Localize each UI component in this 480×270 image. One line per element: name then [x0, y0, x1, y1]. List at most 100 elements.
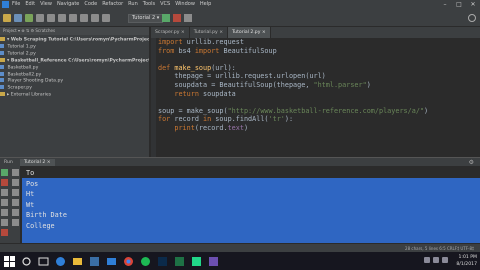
replace-icon[interactable] [102, 14, 110, 22]
save-icon[interactable] [14, 14, 22, 22]
store-icon[interactable] [89, 256, 100, 267]
system-clock[interactable]: 1:01 PM 8/1/2017 [456, 254, 477, 268]
cortana-search-icon[interactable] [21, 256, 32, 267]
project-tree-item[interactable]: Basketball2.py [0, 71, 149, 79]
rerun-icon[interactable] [1, 169, 8, 176]
undo-icon[interactable] [36, 14, 44, 22]
menu-item-refactor[interactable]: Refactor [102, 0, 123, 9]
project-tree-item[interactable]: Tutorial 1.py [0, 43, 149, 51]
project-tree-item[interactable]: ▾ Basketball_Reference C:\Users\romyn\Py… [0, 57, 149, 65]
minimize-icon[interactable]: – [438, 0, 452, 9]
menu-item-tools[interactable]: Tools [143, 0, 155, 9]
run-panel-header: Run Tutorial 2 × ⚙ [0, 157, 480, 166]
run-side-toolbar-secondary [10, 166, 21, 243]
pin-icon[interactable] [1, 219, 8, 226]
scroll-down-icon[interactable] [12, 179, 19, 186]
windows-taskbar: 1:01 PM 8/1/2017 [0, 252, 480, 270]
edge-browser-icon[interactable] [55, 256, 66, 267]
cut-icon[interactable] [58, 14, 66, 22]
project-tree-label: Basketball2.py [6, 72, 42, 78]
run-configuration-select[interactable]: Tutorial 2 ▾ [128, 14, 164, 23]
task-view-icon[interactable] [38, 256, 49, 267]
file-explorer-icon[interactable] [72, 256, 83, 267]
project-tree-item[interactable]: Player Shooting Data.py [0, 78, 149, 85]
python-file-icon [0, 71, 4, 76]
settings-icon[interactable] [1, 209, 8, 216]
run-icon[interactable] [162, 14, 170, 22]
menu-item-window[interactable]: Window [175, 0, 195, 9]
menu-item-view[interactable]: View [40, 0, 52, 9]
mail-icon[interactable] [106, 256, 117, 267]
code-line: import urllib.request [158, 38, 480, 47]
find-icon[interactable] [91, 14, 99, 22]
code-token: soupdata [198, 89, 236, 98]
pause-icon[interactable] [1, 189, 8, 196]
run-side-toolbar [0, 166, 10, 243]
clock-time: 1:01 PM [458, 255, 477, 260]
print-icon[interactable] [12, 209, 19, 216]
python-file-icon [0, 50, 4, 55]
windows-start-icon[interactable] [4, 255, 15, 267]
project-panel-header[interactable]: Project ▾ ⊕ ⇅ ⚙ Scratches [0, 27, 149, 35]
code-token: urllib.request [182, 38, 244, 46]
menu-item-help[interactable]: Help [200, 0, 211, 9]
sync-icon[interactable] [25, 14, 33, 22]
editor-tab[interactable]: Tutorial 2.py × [228, 27, 271, 38]
copy-icon[interactable] [69, 14, 77, 22]
scroll-up-icon[interactable] [12, 169, 19, 176]
paste-icon[interactable] [80, 14, 88, 22]
menu-item-vcs[interactable]: VCS [160, 0, 170, 9]
volume-icon[interactable] [433, 257, 439, 263]
project-tree-item[interactable]: Tutorial 2.py [0, 50, 149, 58]
code-token: for [158, 115, 171, 124]
maximize-icon[interactable]: □ [452, 0, 466, 9]
chrome-icon[interactable] [123, 256, 134, 267]
editor-tab[interactable]: Scraper.py × [151, 27, 190, 38]
main-toolbar: Tutorial 2 ▾ [0, 9, 480, 27]
python-file-icon [0, 78, 4, 83]
clock-date: 8/1/2017 [456, 262, 477, 267]
code-editor[interactable]: import urllib.request from bs4 import Bea… [157, 38, 480, 157]
run-buttons [162, 14, 192, 22]
menu-item-code[interactable]: Code [84, 0, 97, 9]
soft-wrap-icon[interactable] [12, 189, 19, 196]
editor-gutter [151, 38, 156, 157]
project-tree-item[interactable]: ▾ Web Scraping Tutorial C:\Users\romyn\P… [0, 37, 149, 44]
open-folder-icon[interactable] [3, 14, 11, 22]
code-token: "html.parser" [313, 80, 367, 89]
run-console[interactable]: To Pos Ht Wt Birth Date College [22, 166, 480, 243]
folder-icon [0, 57, 5, 62]
network-icon[interactable] [424, 257, 430, 263]
scroll-to-end-icon[interactable] [12, 199, 19, 206]
code-token: def [158, 63, 171, 72]
editor-tab[interactable]: Tutorial.py × [190, 27, 229, 38]
photoshop-icon[interactable] [157, 256, 168, 267]
debug-icon[interactable] [173, 14, 181, 22]
pycharm-taskbar-icon[interactable] [191, 256, 202, 267]
code-token: return [174, 89, 199, 98]
code-token: (url): [211, 63, 236, 72]
clear-all-icon[interactable] [12, 219, 19, 226]
close-icon[interactable]: ✕ [466, 0, 480, 9]
close-run-icon[interactable] [1, 229, 8, 236]
project-tree-item[interactable]: Scraper.py [0, 85, 149, 92]
menu-item-run[interactable]: Run [128, 0, 138, 9]
menu-item-navigate[interactable]: Navigate [57, 0, 79, 9]
redo-icon[interactable] [47, 14, 55, 22]
notification-icon[interactable] [442, 257, 448, 263]
gear-icon[interactable]: ⚙ [469, 159, 474, 166]
project-tree-item[interactable]: Basketball.py [0, 64, 149, 72]
menu-item-file[interactable]: File [12, 0, 20, 9]
spotify-icon[interactable] [140, 256, 151, 267]
dump-threads-icon[interactable] [1, 199, 8, 206]
excel-icon[interactable] [174, 256, 185, 267]
project-tree-item[interactable]: ▸ External Libraries [0, 92, 149, 99]
search-icon[interactable] [468, 14, 476, 22]
menu-item-edit[interactable]: Edit [25, 0, 35, 9]
app-icon[interactable] [208, 256, 219, 267]
code-token: soup.findAll( [211, 115, 269, 124]
stop-icon[interactable] [1, 179, 8, 186]
run-tab[interactable]: Tutorial 2 × [20, 159, 55, 166]
coverage-icon[interactable] [184, 14, 192, 22]
console-output: To Pos Ht Wt Birth Date College [26, 168, 67, 232]
